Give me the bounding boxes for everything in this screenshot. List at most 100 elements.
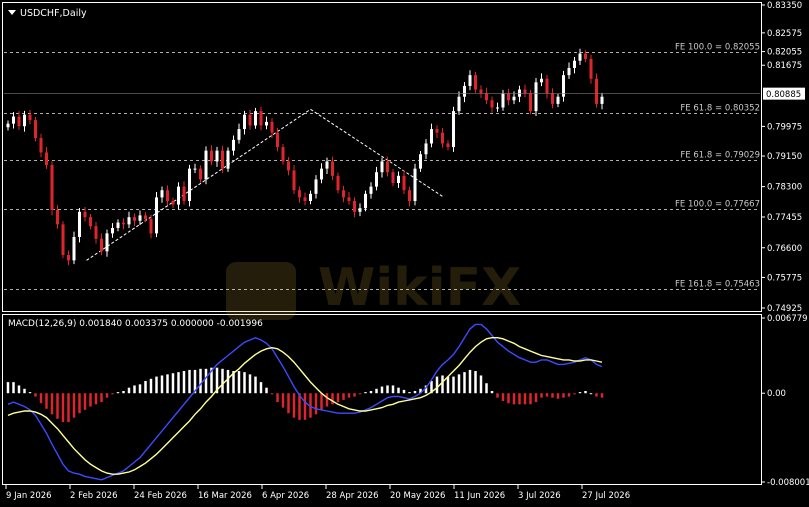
macd-histogram-bar [567,393,571,397]
candle-body [264,121,269,126]
dropdown-triangle-icon[interactable] [8,10,16,15]
candle [347,192,351,205]
candle [39,133,43,158]
date-tick-label: 16 Mar 2026 [198,491,252,501]
candle-body [484,93,489,101]
candle-body [490,100,494,108]
candle [440,127,445,148]
candle-body [352,201,357,212]
candle [314,175,318,199]
macd-histogram-bar [347,393,351,398]
macd-histogram-bar [270,393,274,395]
macd-histogram-bar [589,393,593,395]
candle [209,145,214,166]
macd-histogram-bar [292,393,296,418]
candle [105,229,109,257]
macd-histogram-bar [237,371,241,394]
fibo-label: FE 61.8 = 0.80352 [680,104,760,114]
macd-histogram-bar [111,393,114,395]
macd-histogram-bar [380,386,384,394]
macd-histogram-bar [446,376,450,394]
candle-body [506,93,511,101]
candle-body [435,129,439,133]
date-tick-label: 27 Jul 2026 [582,491,630,501]
macd-histogram-bar [45,393,48,409]
candle [550,88,555,109]
candle [248,109,252,130]
candle-body [572,60,577,68]
candle-body [325,161,329,169]
macd-histogram-bar [166,374,169,394]
macd-histogram-bar [127,387,131,394]
candle-body [121,222,126,225]
macd-histogram-bar [485,383,488,394]
candle [303,192,307,206]
candle [600,92,604,110]
price-tick-label: 0.78300 [767,183,802,193]
candle-body [6,123,10,128]
candle [413,163,417,206]
candle-body [391,172,395,184]
macd-histogram-bar [391,385,395,394]
candle [33,116,38,142]
candle [55,205,60,229]
macd-histogram-bar [199,368,202,394]
macd-histogram-bar [28,392,32,394]
macd-histogram-bar [496,393,499,398]
macd-histogram-bar [375,388,378,394]
candle-body [149,218,153,234]
macd-histogram-bar [545,393,549,397]
macd-histogram-bar [259,382,263,394]
candle [391,168,395,187]
candle [193,163,197,173]
candle-body [88,217,93,227]
macd-histogram-bar [12,382,15,394]
candle [545,74,549,99]
candle [523,84,527,98]
macd-histogram-bar [248,374,252,394]
candle-body [281,147,285,162]
macd-histogram-bar [116,392,120,394]
macd-histogram-bar [314,393,318,415]
macd-histogram-bar [578,392,582,394]
macd-histogram-bar [254,376,257,394]
macd-histogram-bar [177,372,180,394]
macd-histogram-bar [457,374,461,394]
macd-histogram-bar [221,368,224,394]
candle [6,120,10,131]
candle [110,223,115,238]
candle-body [600,96,604,104]
date-tick-label: 3 Jul 2026 [518,491,561,501]
chart-window[interactable]: WikiFX FE 100.0 = 0.82055 FE 61.8 = 0.803… [0,0,809,503]
candle-body [336,175,340,191]
macd-histogram-bar [243,372,246,394]
candle-body [66,254,71,261]
macd-histogram-bar [353,393,356,397]
candle [231,135,236,156]
candle [561,70,566,102]
candle-body [237,129,241,140]
candle [479,85,483,98]
macd-histogram-bar [369,391,373,394]
macd-histogram-bar [34,393,37,397]
candle-body [413,168,417,202]
macd-histogram-bar [523,393,527,405]
macd-histogram-bar [67,393,70,423]
candle-body [204,150,208,180]
candle-body [132,217,137,221]
watermark-text: WikiFX [318,258,521,318]
macd-histogram-bar [452,376,455,394]
candle [424,139,428,160]
candle-body [589,58,593,79]
macd-histogram-bar [160,375,164,394]
candle [506,88,511,106]
candle-body [17,116,21,127]
candle [253,107,258,129]
candle [116,219,120,232]
fibo-label: FE 161.8 = 0.75463 [675,280,760,290]
macd-histogram-bar [551,393,554,398]
candle-body [512,96,516,101]
chart-canvas[interactable]: WikiFX FE 100.0 = 0.82055 FE 61.8 = 0.803… [0,0,809,503]
candle [308,190,313,205]
macd-histogram-bar [144,381,147,394]
